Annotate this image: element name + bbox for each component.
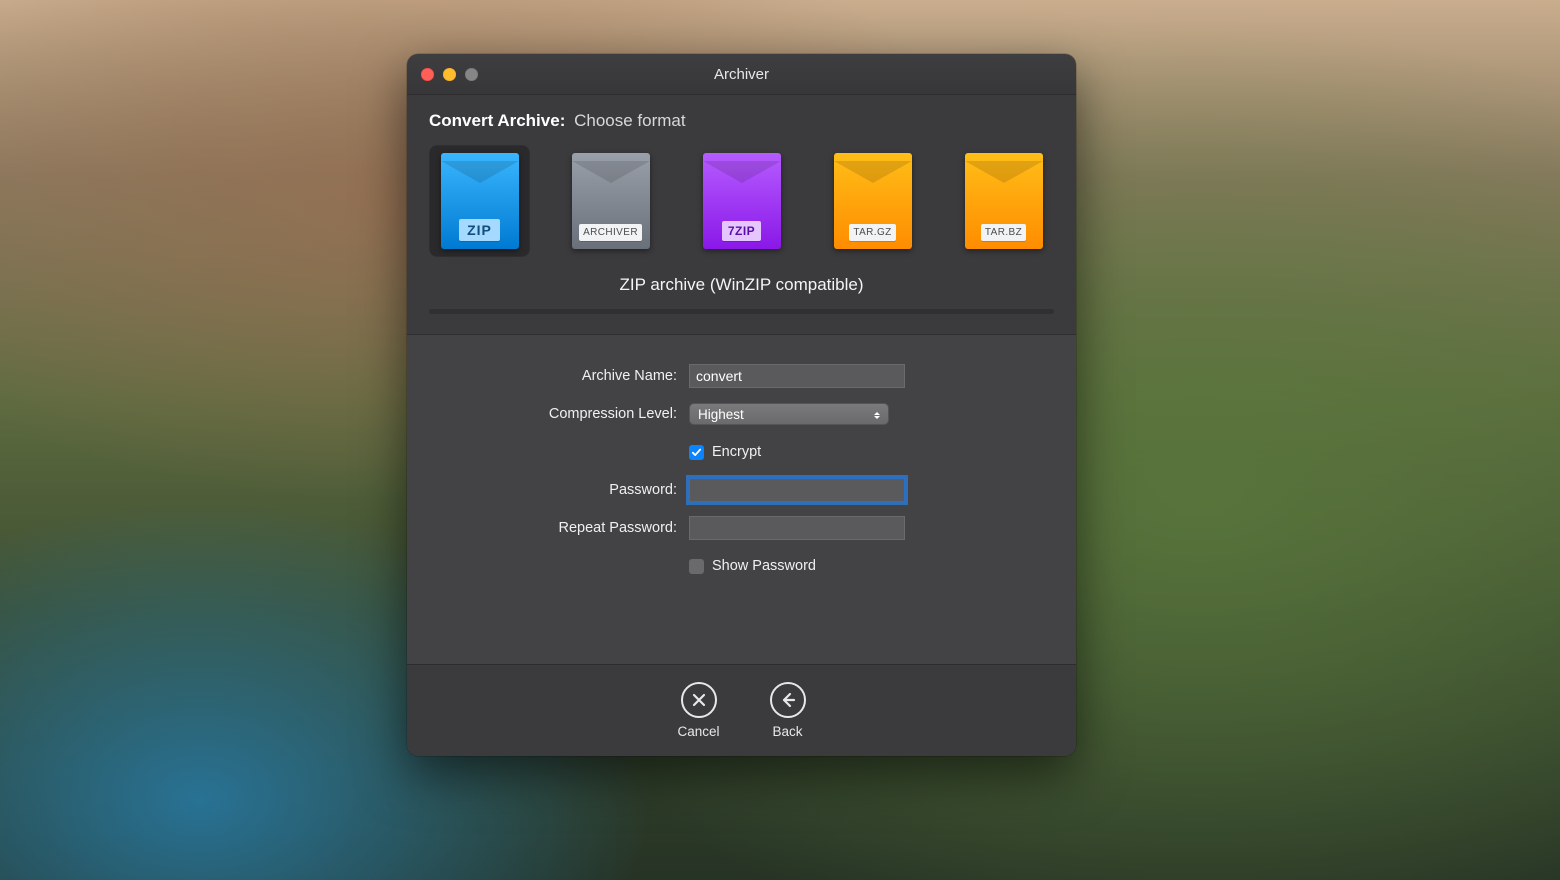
format-section: Convert Archive: Choose format ZIP ARCHI… xyxy=(407,95,1076,335)
archive-name-input[interactable] xyxy=(689,364,905,388)
encrypt-checkbox[interactable] xyxy=(689,445,704,460)
section-divider xyxy=(429,309,1054,314)
minimize-window-button[interactable] xyxy=(443,68,456,81)
select-arrows-icon xyxy=(872,406,882,424)
close-window-button[interactable] xyxy=(421,68,434,81)
format-description: ZIP archive (WinZIP compatible) xyxy=(429,275,1054,295)
envelope-icon: 7ZIP xyxy=(703,153,781,249)
page-heading: Convert Archive: Choose format xyxy=(429,111,1054,131)
cancel-icon xyxy=(681,682,717,718)
format-targz[interactable]: TAR.GZ xyxy=(822,145,923,257)
format-tag: ZIP xyxy=(459,219,500,241)
footer: Cancel Back xyxy=(407,664,1076,756)
envelope-icon: ARCHIVER xyxy=(572,153,650,249)
zoom-window-button[interactable] xyxy=(465,68,478,81)
compression-level-select[interactable]: Highest xyxy=(689,403,889,425)
window-title: Archiver xyxy=(407,66,1076,83)
window-controls xyxy=(421,68,478,81)
envelope-icon: ZIP xyxy=(441,153,519,249)
repeat-password-input[interactable] xyxy=(689,516,905,540)
envelope-icon: TAR.GZ xyxy=(834,153,912,249)
cancel-label: Cancel xyxy=(677,724,719,739)
compression-level-value: Highest xyxy=(698,407,744,422)
heading-sub: Choose format xyxy=(574,111,686,130)
envelope-icon: TAR.BZ xyxy=(965,153,1043,249)
password-label: Password: xyxy=(431,482,689,498)
back-button[interactable]: Back xyxy=(770,682,806,739)
options-form: Archive Name: Compression Level: Highest xyxy=(407,335,1076,664)
encrypt-label: Encrypt xyxy=(712,444,761,460)
archiver-window: Archiver Convert Archive: Choose format … xyxy=(407,54,1076,756)
repeat-password-label: Repeat Password: xyxy=(431,520,689,536)
format-tag: TAR.GZ xyxy=(849,224,895,241)
checkmark-icon xyxy=(691,447,702,458)
format-choices: ZIP ARCHIVER 7ZIP TAR.GZ xyxy=(429,145,1054,257)
show-password-label: Show Password xyxy=(712,558,816,574)
format-tag: 7ZIP xyxy=(722,221,761,241)
desktop-wallpaper: Archiver Convert Archive: Choose format … xyxy=(0,0,1560,880)
heading-bold: Convert Archive: xyxy=(429,111,565,130)
format-7zip[interactable]: 7ZIP xyxy=(691,145,792,257)
back-label: Back xyxy=(773,724,803,739)
format-archiver[interactable]: ARCHIVER xyxy=(560,145,661,257)
format-tarbz[interactable]: TAR.BZ xyxy=(953,145,1054,257)
format-tag: TAR.BZ xyxy=(981,224,1026,241)
password-input[interactable] xyxy=(689,478,905,502)
back-arrow-icon xyxy=(770,682,806,718)
format-tag: ARCHIVER xyxy=(579,224,642,241)
show-password-checkbox[interactable] xyxy=(689,559,704,574)
compression-level-label: Compression Level: xyxy=(431,406,689,422)
cancel-button[interactable]: Cancel xyxy=(677,682,719,739)
format-zip[interactable]: ZIP xyxy=(429,145,530,257)
archive-name-label: Archive Name: xyxy=(431,368,689,384)
titlebar: Archiver xyxy=(407,54,1076,95)
